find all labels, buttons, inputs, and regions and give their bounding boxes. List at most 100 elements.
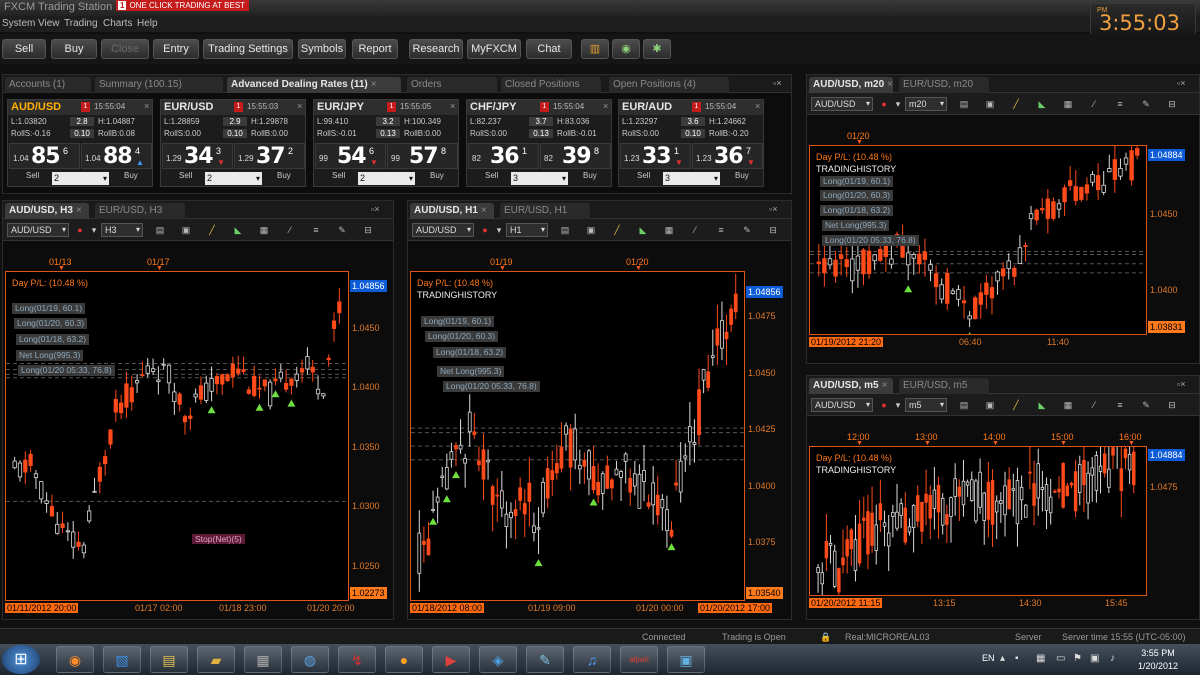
timeframe-select[interactable]: H3 [101,223,143,237]
indicator-icon[interactable]: ● [478,224,492,236]
chart-tab-active[interactable]: AUD/USD, H3 × [5,203,89,219]
amount-select[interactable]: 2 [205,172,262,185]
dropdown-icon[interactable]: ▾ [891,399,905,411]
line-tool-icon[interactable]: ⁄ [1087,399,1101,411]
pen-icon[interactable]: ✎ [1139,98,1153,110]
trade-position-label[interactable]: Net Long(995.3) [822,220,890,231]
sell-price-box[interactable]: 82 36 1 [468,143,539,169]
chart-tab-secondary[interactable]: EUR/USD, H1 [500,203,590,219]
media-icon[interactable]: ▶ [432,646,470,673]
buy-label[interactable]: Buy [583,171,597,180]
tray-arrow-icon[interactable]: ▴ [1000,653,1005,664]
layout-icon[interactable]: ▤ [957,98,971,110]
trade-position-label[interactable]: Long(01/18, 63.2) [820,205,894,216]
globe-icon[interactable]: ◉ [612,39,640,59]
sell-price-box[interactable]: 99 54 6 ▼ [315,143,386,169]
myfxcm-button[interactable]: MyFXCM [467,39,521,59]
timeframe-select[interactable]: m20 [905,97,947,111]
tray-volume-icon[interactable]: ♪ [1110,653,1115,664]
trade-position-label[interactable]: Long(01/18, 63.2) [16,334,90,345]
tab-open-positions[interactable]: Open Positions (4) [609,77,729,93]
sell-label[interactable]: Sell [26,171,39,180]
trade-position-label[interactable]: Long(01/20, 60.3) [14,318,88,329]
gear-icon[interactable]: ✱ [643,39,671,59]
tray-monitor-icon[interactable]: ▣ [1090,653,1099,664]
panel-restore-icon[interactable]: ▫× [1177,379,1185,389]
timeframe-select[interactable]: H1 [506,223,548,237]
window-icon[interactable]: ▣ [983,98,997,110]
buy-button[interactable]: Buy [51,39,97,59]
symbol-select[interactable]: AUD/USD [811,398,873,412]
menu-icon[interactable]: ≡ [309,224,323,236]
language-indicator[interactable]: EN [982,653,995,663]
timeframe-select[interactable]: m5 [905,398,947,412]
menu-icon[interactable]: ≡ [1113,98,1127,110]
symbol-label[interactable]: EUR/AUD [622,101,672,113]
research-button[interactable]: Research [409,39,463,59]
menu-icon[interactable]: ≡ [714,224,728,236]
window-icon[interactable]: ▣ [983,399,997,411]
sell-label[interactable]: Sell [179,171,192,180]
trade-position-label[interactable]: Long(01/19, 60.1) [12,303,86,314]
sell-button[interactable]: Sell [2,39,46,59]
tab-summary[interactable]: Summary (100.15) [95,77,223,93]
print-icon[interactable]: ▦ [257,224,271,236]
indicator-icon[interactable]: ● [877,98,891,110]
sell-label[interactable]: Sell [637,171,650,180]
menu-help[interactable]: Help [137,18,158,29]
indicator-icon[interactable]: ● [73,224,87,236]
tray-flag-icon[interactable]: ⚑ [1073,653,1082,664]
panel-restore-icon[interactable]: ▫× [371,204,379,214]
sell-price-box[interactable]: 1.23 33 1 ▼ [620,143,691,169]
symbol-select[interactable]: AUD/USD [412,223,474,237]
window-icon[interactable]: ▣ [179,224,193,236]
thunderbird-icon[interactable]: ◈ [479,646,517,673]
panel-restore-icon[interactable]: ▫× [773,78,781,88]
entry-button[interactable]: Entry [153,39,199,59]
options-icon[interactable]: ⊟ [766,224,780,236]
symbol-label[interactable]: EUR/JPY [317,101,364,113]
tab-advanced-dealing-rates[interactable]: Advanced Dealing Rates (11) × [227,77,401,93]
symbol-select[interactable]: AUD/USD [811,97,873,111]
buy-label[interactable]: Buy [735,171,749,180]
menu-view[interactable]: View [38,18,60,29]
explorer-icon[interactable]: ▤ [150,646,188,673]
options-icon[interactable]: ⊟ [361,224,375,236]
print-icon[interactable]: ▦ [1061,399,1075,411]
stop-order-label[interactable]: Stop(Net)(5) [192,534,245,544]
symbol-label[interactable]: AUD/USD [11,101,61,113]
one-click-trading-badge[interactable]: 1 ONE CLICK TRADING AT BEST [116,0,250,11]
close-icon[interactable]: × [144,101,149,111]
chat-button[interactable]: Chat [526,39,572,59]
amount-select[interactable]: 2 [52,172,109,185]
buy-label[interactable]: Buy [430,171,444,180]
buy-price-box[interactable]: 99 57 8 [387,143,458,169]
start-button[interactable]: ⊞ [2,645,40,674]
taskbar-time[interactable]: 3:55 PM [1132,648,1184,658]
sell-price-box[interactable]: 1.04 85 6 [9,143,80,169]
line-tool-icon[interactable]: ⁄ [1087,98,1101,110]
paint-icon[interactable]: ✎ [526,646,564,673]
print-icon[interactable]: ▦ [662,224,676,236]
layout-icon[interactable]: ▤ [558,224,572,236]
trading-icon[interactable]: ▣ [667,646,705,673]
trade-position-label[interactable]: Long(01/18, 63.2) [433,347,507,358]
chart-tab-active[interactable]: AUD/USD, m20 × [809,77,893,93]
tab-accounts[interactable]: Accounts (1) [5,77,91,93]
chart-tab-active[interactable]: AUD/USD, H1 × [410,203,494,219]
menu-icon[interactable]: ≡ [1113,399,1127,411]
trade-position-label[interactable]: Long(01/19, 60.1) [421,316,495,327]
flashget-icon[interactable]: ↯ [338,646,376,673]
trading-settings-button[interactable]: Trading Settings [203,39,293,59]
folder-icon[interactable]: ▰ [197,646,235,673]
close-icon[interactable]: × [450,101,455,111]
close-icon[interactable]: × [755,101,760,111]
tray-app-icon[interactable]: ▪ [1015,653,1019,664]
buy-price-box[interactable]: 82 39 8 [540,143,611,169]
close-icon[interactable]: × [297,101,302,111]
menu-charts[interactable]: Charts [103,18,132,29]
close-icon[interactable]: × [603,101,608,111]
close-icon[interactable]: × [481,205,487,216]
chart-tab-secondary[interactable]: EUR/USD, m20 [899,77,989,93]
alpari-icon[interactable]: alpari [620,646,658,673]
